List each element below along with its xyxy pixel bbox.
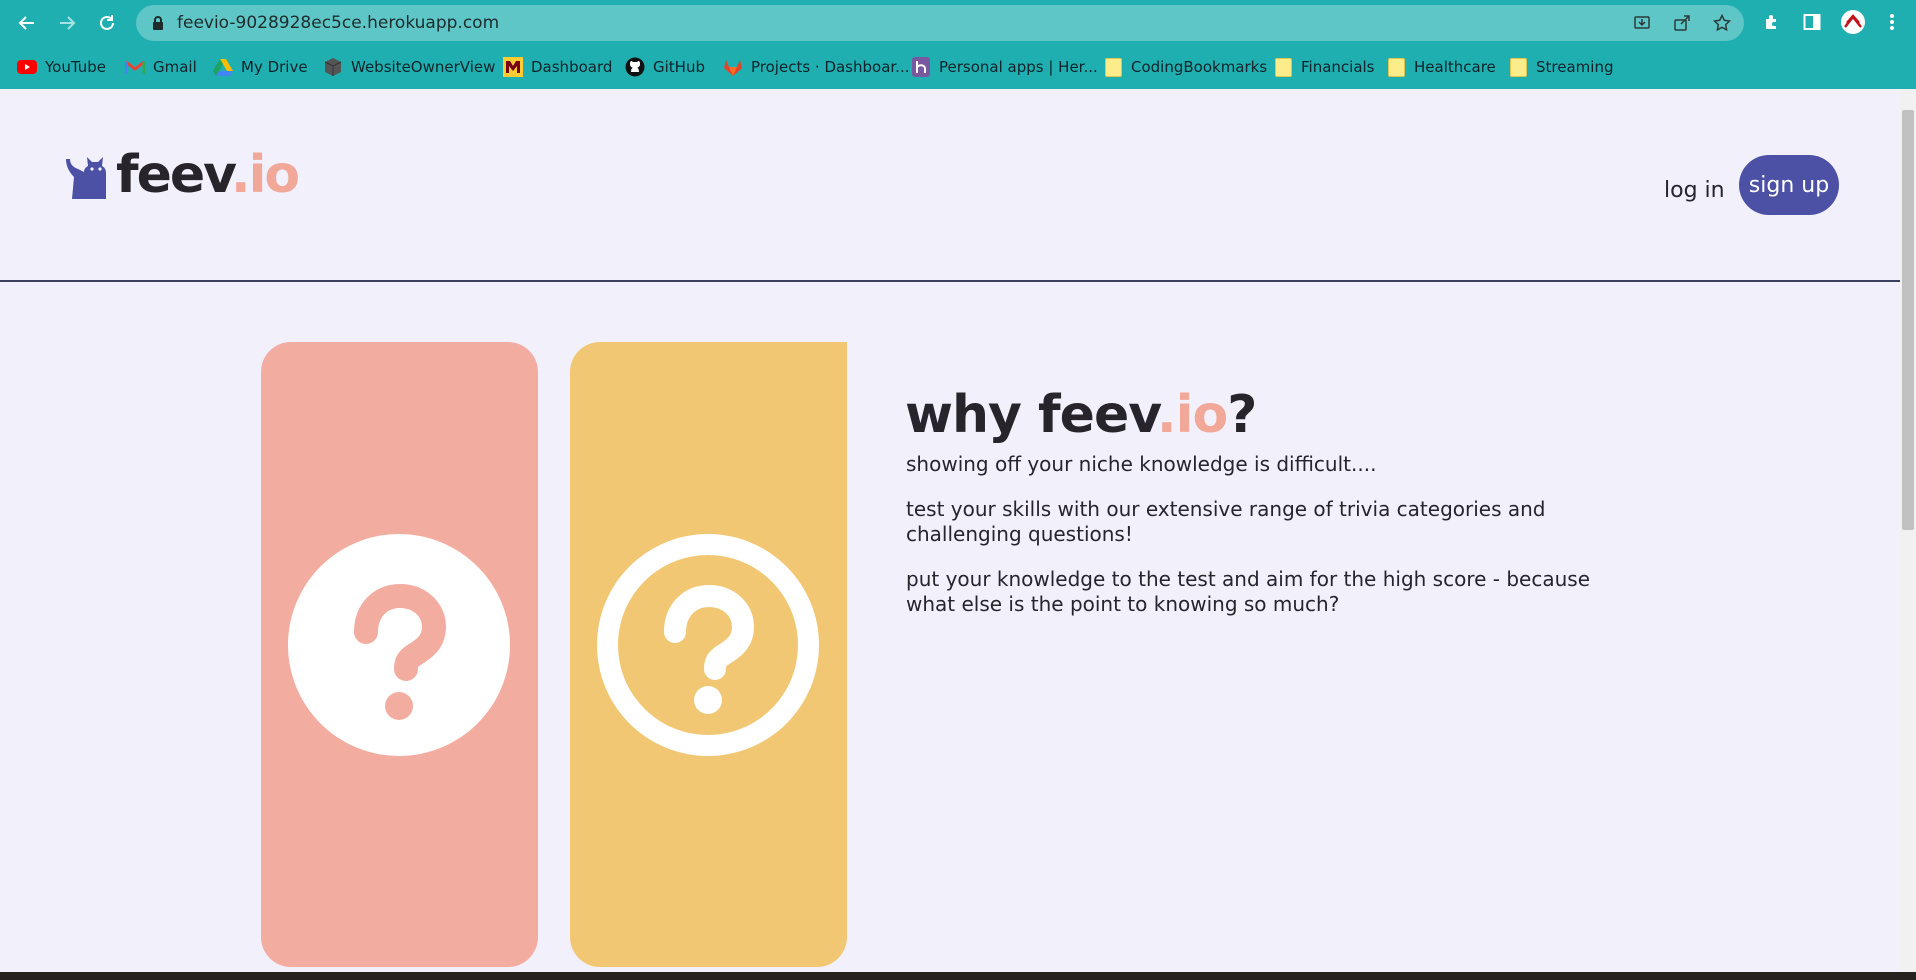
question-circle-filled-icon bbox=[288, 534, 510, 756]
pink-question-card bbox=[261, 342, 538, 967]
bookmark-personal-apps-heroku[interactable]: Personal apps | Her... bbox=[911, 52, 1098, 82]
bookmark-dashboard[interactable]: Dashboard bbox=[503, 52, 612, 82]
bookmark-my-drive[interactable]: My Drive bbox=[213, 52, 308, 82]
why-feevio-heading: why feev.io? bbox=[905, 385, 1257, 445]
folder-icon bbox=[1386, 57, 1406, 77]
log-in-link[interactable]: log in bbox=[1664, 171, 1725, 211]
scrollbar-thumb[interactable] bbox=[1902, 110, 1914, 530]
hero-paragraph-3: put your knowledge to the test and aim f… bbox=[906, 567, 1591, 616]
install-app-icon[interactable] bbox=[1632, 13, 1652, 33]
logo-text: feev.io bbox=[116, 145, 300, 205]
extensions-icon[interactable] bbox=[1759, 9, 1785, 35]
gitlab-icon bbox=[723, 57, 743, 77]
hero-paragraph-1: showing off your niche knowledge is diff… bbox=[906, 452, 1377, 476]
github-icon bbox=[625, 57, 645, 77]
page-content: feev.io log in sign up why feev.io? show… bbox=[0, 89, 1900, 972]
forward-button[interactable] bbox=[53, 9, 81, 37]
share-icon[interactable] bbox=[1672, 13, 1692, 33]
cat-icon bbox=[66, 157, 106, 199]
address-bar[interactable]: feevio-9028928ec5ce.herokuapp.com bbox=[136, 5, 1744, 41]
sign-up-button[interactable]: sign up bbox=[1739, 155, 1839, 215]
folder-icon bbox=[1508, 57, 1528, 77]
reload-button[interactable] bbox=[93, 9, 121, 37]
heroku-icon bbox=[911, 57, 931, 77]
reload-icon bbox=[100, 15, 114, 30]
bookmark-websiteownerview[interactable]: WebsiteOwnerView bbox=[323, 52, 495, 82]
feevio-logo[interactable]: feev.io bbox=[62, 145, 300, 205]
bookmarks-bar: YouTube Gmail My Drive WebsiteOwnerView … bbox=[0, 52, 1916, 82]
taskbar-edge bbox=[0, 972, 1916, 980]
side-panel-icon[interactable] bbox=[1799, 9, 1825, 35]
arrow-right-icon bbox=[60, 16, 76, 30]
bookmark-gmail[interactable]: Gmail bbox=[125, 52, 197, 82]
bookmark-folder-financials[interactable]: Financials bbox=[1273, 52, 1375, 82]
menu-kebab-icon[interactable] bbox=[1879, 9, 1905, 35]
arrow-left-icon bbox=[18, 16, 34, 30]
bookmark-star-icon[interactable] bbox=[1712, 13, 1732, 33]
back-button[interactable] bbox=[13, 9, 41, 37]
bookmark-youtube[interactable]: YouTube bbox=[17, 52, 106, 82]
bookmark-folder-codingbookmarks[interactable]: CodingBookmarks bbox=[1103, 52, 1267, 82]
yellow-question-card bbox=[570, 342, 847, 967]
cube-icon bbox=[323, 57, 343, 77]
url-text: feevio-9028928ec5ce.herokuapp.com bbox=[177, 13, 500, 33]
header-divider bbox=[0, 280, 1900, 282]
bookmark-folder-healthcare[interactable]: Healthcare bbox=[1386, 52, 1496, 82]
lock-icon[interactable] bbox=[148, 13, 168, 33]
browser-toolbar: feevio-9028928ec5ce.herokuapp.com YouTub… bbox=[0, 0, 1916, 89]
google-drive-icon bbox=[213, 57, 233, 77]
university-m-icon bbox=[503, 57, 523, 77]
profile-avatar-icon[interactable] bbox=[1840, 9, 1866, 35]
bookmark-projects-dashboard[interactable]: Projects · Dashboar... bbox=[723, 52, 910, 82]
hero-paragraph-2: test your skills with our extensive rang… bbox=[906, 497, 1546, 546]
folder-icon bbox=[1273, 57, 1293, 77]
gmail-icon bbox=[125, 57, 145, 77]
youtube-icon bbox=[17, 57, 37, 77]
bookmark-github[interactable]: GitHub bbox=[625, 52, 705, 82]
folder-icon bbox=[1103, 57, 1123, 77]
question-circle-outline-icon bbox=[597, 534, 819, 756]
bookmark-folder-streaming[interactable]: Streaming bbox=[1508, 52, 1613, 82]
